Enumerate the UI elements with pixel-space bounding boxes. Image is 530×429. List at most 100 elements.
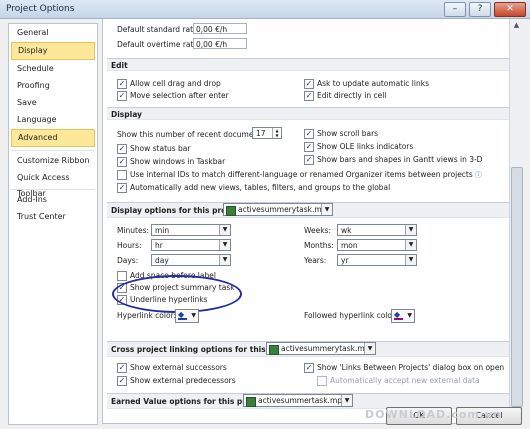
- auto-accept-checkbox[interactable]: [317, 376, 327, 386]
- project-file-icon: [246, 397, 256, 407]
- auto-add-views-label: Automatically add new views, tables, fil…: [130, 183, 391, 192]
- hyperlink-color-picker[interactable]: ◆ ▼: [175, 309, 199, 323]
- advanced-options-panel: Default standard rate: 0,00 €/h Default …: [102, 19, 518, 424]
- chevron-down-icon[interactable]: ▼: [364, 343, 375, 354]
- minimize-button[interactable]: –: [444, 2, 466, 17]
- help-button[interactable]: ?: [469, 2, 491, 17]
- chevron-down-icon[interactable]: ▼: [405, 240, 416, 250]
- color-swatch: [178, 318, 187, 320]
- years-label: Years:: [304, 256, 327, 265]
- scroll-bars-checkbox[interactable]: ✓: [304, 129, 314, 139]
- chevron-down-icon[interactable]: ▼: [191, 310, 196, 321]
- links-dialog-label: Show 'Links Between Projects' dialog box…: [317, 363, 505, 372]
- scroll-up-icon[interactable]: ▲: [510, 19, 523, 31]
- window-title: Project Options: [6, 4, 75, 14]
- status-bar-checkbox[interactable]: ✓: [117, 144, 127, 154]
- recent-docs-value: 17: [256, 129, 266, 138]
- auto-accept-label: Automatically accept new external data: [330, 376, 480, 385]
- recent-docs-label: Show this number of recent documents:: [117, 130, 268, 139]
- chevron-down-icon[interactable]: ▼: [405, 225, 416, 235]
- auto-add-views-checkbox[interactable]: ✓: [117, 183, 127, 193]
- nav-item-general[interactable]: General: [11, 25, 95, 41]
- standard-rate-field[interactable]: 0,00 €/h: [193, 23, 247, 34]
- chevron-down-icon[interactable]: ▼: [341, 395, 352, 406]
- ole-links-label: Show OLE links indicators: [317, 142, 414, 151]
- nav-item-add-ins[interactable]: Add-Ins: [11, 192, 95, 208]
- years-select[interactable]: yr ▼: [337, 254, 417, 266]
- bars-shapes-3d-checkbox[interactable]: ✓: [304, 155, 314, 165]
- nav-item-trust-center[interactable]: Trust Center: [11, 209, 95, 225]
- hours-label: Hours:: [117, 241, 142, 250]
- earned-value-select[interactable]: activesummertask.mpp ▼: [243, 394, 353, 407]
- overtime-rate-field[interactable]: 0,00 €/h: [193, 38, 247, 49]
- status-bar-label: Show status bar: [130, 144, 191, 153]
- scroll-bars-label: Show scroll bars: [317, 129, 379, 138]
- bars-shapes-3d-label: Show bars and shapes in Gantt views in 3…: [317, 155, 483, 164]
- cross-project-select[interactable]: activesummerytask.mpp ▼: [266, 342, 376, 355]
- nav-item-customize-ribbon[interactable]: Customize Ribbon: [11, 153, 95, 169]
- chevron-down-icon[interactable]: ▼: [219, 255, 230, 265]
- recent-docs-spinner[interactable]: 17 ▲ ▼: [252, 127, 282, 139]
- external-successors-label: Show external successors: [130, 363, 227, 372]
- links-dialog-checkbox[interactable]: ✓: [304, 363, 314, 373]
- followed-hyperlink-color-picker[interactable]: ◆ ▼: [391, 309, 415, 323]
- ask-update-links-checkbox[interactable]: ✓: [304, 79, 314, 89]
- weeks-select[interactable]: wk ▼: [337, 224, 417, 236]
- project-file-icon: [226, 206, 236, 216]
- nav-item-save[interactable]: Save: [11, 95, 95, 111]
- vertical-scrollbar[interactable]: ▲ ▼: [509, 19, 523, 423]
- external-predecessors-checkbox[interactable]: ✓: [117, 376, 127, 386]
- nav-item-schedule[interactable]: Schedule: [11, 61, 95, 77]
- nav-item-display[interactable]: Display: [11, 42, 95, 60]
- minutes-select[interactable]: min ▼: [151, 224, 231, 236]
- nav-item-quick-access-toolbar[interactable]: Quick Access Toolbar: [11, 170, 95, 198]
- overtime-rate-label: Default overtime rate:: [117, 40, 201, 49]
- internal-ids-label: Use internal IDs to match different-lang…: [130, 170, 482, 180]
- nav-item-advanced[interactable]: Advanced: [11, 129, 95, 147]
- scrollbar-thumb[interactable]: [511, 167, 523, 407]
- months-value: mon: [341, 241, 358, 250]
- project-file-icon: [269, 345, 279, 355]
- display-section-header: Display: [107, 107, 509, 120]
- hours-select[interactable]: hr ▼: [151, 239, 231, 251]
- years-value: yr: [341, 256, 349, 265]
- close-button[interactable]: ✕: [494, 2, 526, 17]
- move-selection-checkbox[interactable]: ✓: [117, 91, 127, 101]
- ole-links-checkbox[interactable]: ✓: [304, 142, 314, 152]
- days-value: day: [155, 256, 169, 265]
- minutes-value: min: [155, 226, 170, 235]
- color-swatch: [394, 318, 403, 320]
- add-space-checkbox[interactable]: [117, 271, 127, 281]
- weeks-value: wk: [341, 226, 352, 235]
- edit-in-cell-checkbox[interactable]: ✓: [304, 91, 314, 101]
- options-dialog: General Display Schedule Proofing Save L…: [0, 19, 530, 429]
- move-selection-label: Move selection after enter: [130, 91, 229, 100]
- chevron-down-icon[interactable]: ▼: [321, 204, 332, 215]
- options-nav: General Display Schedule Proofing Save L…: [8, 23, 98, 425]
- chevron-down-icon[interactable]: ▼: [219, 240, 230, 250]
- external-successors-checkbox[interactable]: ✓: [117, 363, 127, 373]
- spinner-arrows-icon[interactable]: ▲ ▼: [272, 128, 281, 138]
- chevron-down-icon[interactable]: ▼: [405, 255, 416, 265]
- nav-item-proofing[interactable]: Proofing: [11, 78, 95, 94]
- windows-taskbar-checkbox[interactable]: ✓: [117, 157, 127, 167]
- days-select[interactable]: day ▼: [151, 254, 231, 266]
- standard-rate-label: Default standard rate:: [117, 25, 201, 34]
- followed-hyperlink-color-label: Followed hyperlink color:: [304, 311, 398, 320]
- drag-drop-checkbox[interactable]: ✓: [117, 79, 127, 89]
- external-predecessors-label: Show external predecessors: [130, 376, 236, 385]
- months-label: Months:: [304, 241, 334, 250]
- chevron-down-icon[interactable]: ▼: [407, 310, 412, 321]
- months-select[interactable]: mon ▼: [337, 239, 417, 251]
- nav-item-language[interactable]: Language: [11, 112, 95, 128]
- display-project-select[interactable]: activesummerytask.mpp ▼: [223, 203, 333, 216]
- chevron-down-icon[interactable]: ▼: [219, 225, 230, 235]
- drag-drop-label: Allow cell drag and drop: [130, 79, 221, 88]
- display-project-name: activesummerytask.mpp: [238, 205, 332, 214]
- internal-ids-checkbox[interactable]: [117, 170, 127, 180]
- ask-update-links-label: Ask to update automatic links: [317, 79, 429, 88]
- nav-divider: [11, 148, 95, 151]
- hours-value: hr: [155, 241, 163, 250]
- weeks-label: Weeks:: [304, 226, 331, 235]
- minutes-label: Minutes:: [117, 226, 150, 235]
